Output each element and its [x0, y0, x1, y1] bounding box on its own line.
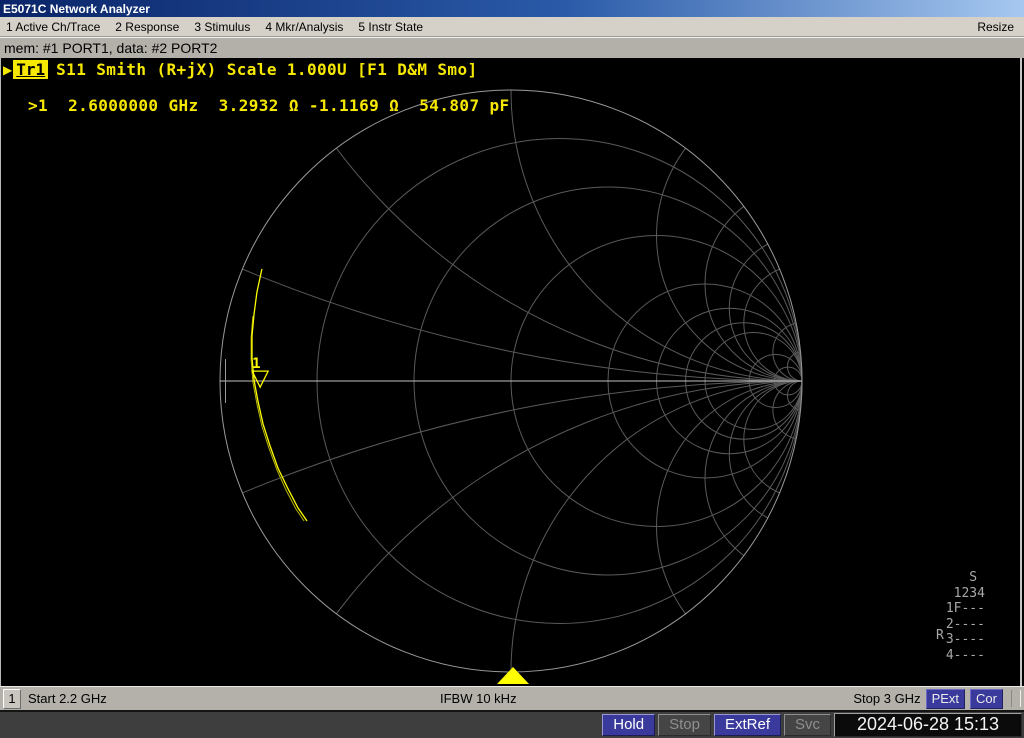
stop-frequency-label: Stop 3 GHz [853, 691, 921, 706]
start-frequency-label: Start 2.2 GHz [28, 691, 107, 706]
taskbar-button-stop: Stop [658, 714, 711, 736]
marker1-readout: >1 2.6000000 GHz 3.2932 Ω -1.1169 Ω 54.8… [28, 96, 510, 115]
menu-item-4[interactable]: 4 Mkr/Analysis [265, 20, 343, 34]
trace-status-r-label: R [936, 628, 944, 643]
task-bar: Hold Stop ExtRef Svc 2024-06-28 15:13 [0, 710, 1024, 738]
status-badge-pext: PExt [925, 688, 966, 709]
trace-header[interactable]: ▶ Tr1 S11 Smith (R+jX) Scale 1.000U [F1 … [3, 60, 478, 79]
menu-bar: 1 Active Ch/Trace 2 Response 3 Stimulus 4 M… [0, 17, 1024, 37]
menu-items: 1 Active Ch/Trace 2 Response 3 Stimulus 4 M… [6, 20, 438, 34]
menu-item-2[interactable]: 2 Response [115, 20, 179, 34]
trace-status-legend: S 1234 1F--- 2---- 3---- 4---- [945, 570, 985, 663]
statusbar-grip [1011, 690, 1021, 707]
marker1-chart-label: 1 [252, 356, 260, 372]
channel-window: 1 ▶ Tr1 S11 Smith (R+jX) Scale 1.000U [F… [0, 58, 1024, 686]
trace1-label[interactable]: Tr1 [13, 60, 49, 79]
channel-window-left-border [0, 58, 1, 686]
taskbar-button-extref[interactable]: ExtRef [713, 714, 781, 736]
taskbar-button-hold[interactable]: Hold [602, 714, 656, 736]
channel-number-box: 1 [3, 688, 21, 709]
resize-button[interactable]: Resize [977, 20, 1014, 34]
status-badge-cor: Cor [970, 688, 1003, 709]
window-title: E5071C Network Analyzer [3, 1, 150, 16]
datetime-display: 2024-06-28 15:13 [834, 713, 1022, 737]
menu-item-3[interactable]: 3 Stimulus [194, 20, 250, 34]
taskbar-button-svc: Svc [783, 714, 831, 736]
memory-trace-bar: mem: #1 PORT1, data: #2 PORT2 [0, 37, 1024, 58]
memory-trace-label: mem: #1 PORT1, data: #2 PORT2 [4, 40, 218, 56]
status-bar: 1 Start 2.2 GHz IFBW 10 kHz Stop 3 GHz P… [0, 686, 1024, 710]
trace1-format-title: S11 Smith (R+jX) Scale 1.000U [F1 D&M Sm… [56, 60, 478, 79]
window-title-bar[interactable]: E5071C Network Analyzer [0, 0, 1024, 17]
ifbw-label: IFBW 10 kHz [440, 691, 517, 706]
smith-chart: 1 [219, 89, 803, 684]
active-trace-arrow-icon: ▶ [3, 62, 13, 77]
task-buttons: Hold Stop ExtRef Svc [602, 714, 831, 736]
status-badges: PExt Cor [925, 688, 1003, 709]
channel-window-right-border [1020, 58, 1022, 686]
menu-item-5[interactable]: 5 Instr State [358, 20, 423, 34]
menu-item-1[interactable]: 1 Active Ch/Trace [6, 20, 100, 34]
